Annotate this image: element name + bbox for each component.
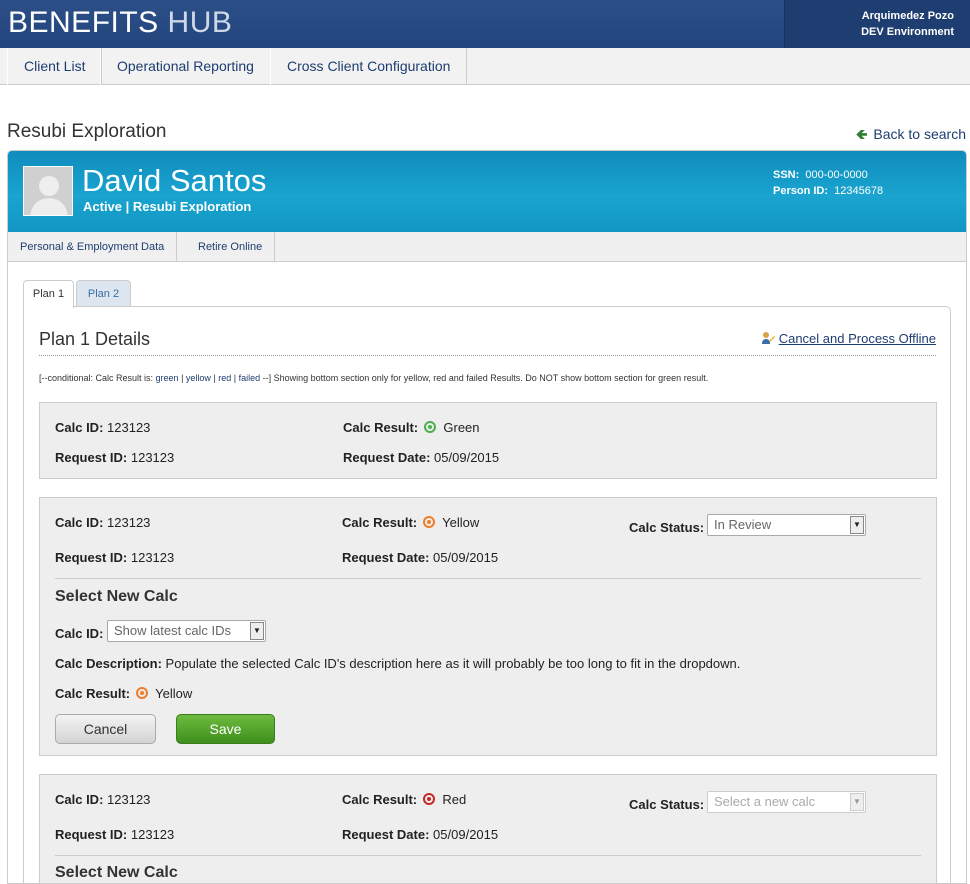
calc-result-field: Calc Result: Yellow [342, 515, 480, 530]
section-divider [55, 855, 921, 856]
save-button[interactable]: Save [176, 714, 275, 744]
request-date-field: Request Date: 05/09/2015 [342, 827, 499, 842]
calc-description-field: Calc Description: Populate the selected … [55, 656, 741, 671]
main-nav: Client List Operational Reporting Cross … [0, 48, 970, 85]
request-id-field: Request ID: 123123 [55, 827, 175, 842]
calc-status-select[interactable]: Select a new calc ▼ [707, 791, 866, 813]
select-new-calc-heading: Select New Calc [55, 588, 178, 605]
calc-id-field: Calc ID: 123123 [55, 420, 151, 435]
tab-plan-2[interactable]: Plan 2 [76, 280, 131, 307]
cancel-button[interactable]: Cancel [55, 714, 156, 744]
avatar [23, 166, 73, 216]
calc-box-red: Calc ID: 123123 Request ID: 123123 Calc … [39, 774, 937, 883]
calc-status-select[interactable]: In Review ▼ [707, 514, 866, 536]
conditional-note: [--conditional: Calc Result is: green | … [39, 373, 709, 383]
calc-status-label: Calc Status: [629, 797, 705, 812]
section-divider [55, 578, 921, 579]
request-date-field: Request Date: 05/09/2015 [342, 550, 499, 565]
back-arrow-icon: 🡸 [856, 126, 868, 142]
chevron-down-icon: ▼ [850, 516, 864, 534]
ssn-value: 000-00-0000 [805, 169, 868, 181]
chevron-down-icon: ▼ [850, 793, 864, 811]
page-title: Resubi Exploration [7, 121, 167, 142]
calc-status-label: Calc Status: [629, 520, 705, 535]
tab-plan-1[interactable]: Plan 1 [23, 280, 74, 308]
back-to-search-link[interactable]: 🡸 Back to search [856, 124, 966, 148]
person-card: David Santos Active | Resubi Exploration… [7, 150, 967, 884]
nav-client-list[interactable]: Client List [7, 48, 103, 85]
cancel-process-offline-link[interactable]: Cancel and Process Offline [761, 331, 936, 346]
top-bar: BENEFITS HUB Arquimedez Pozo DEV Environ… [0, 0, 970, 48]
panel-title-divider [39, 355, 936, 356]
panel-title: Plan 1 Details [39, 329, 151, 349]
new-calc-id-select[interactable]: Show latest calc IDs ▼ [107, 620, 266, 642]
subnav-personal-employment[interactable]: Personal & Employment Data [8, 232, 178, 262]
nav-operational-reporting[interactable]: Operational Reporting [100, 48, 271, 85]
calc-id-field: Calc ID: 123123 [55, 792, 151, 807]
person-header: David Santos Active | Resubi Exploration… [8, 151, 966, 232]
edit-person-icon [761, 331, 775, 345]
request-date-field: Request Date: 05/09/2015 [343, 450, 500, 465]
nav-cross-client-configuration[interactable]: Cross Client Configuration [270, 48, 468, 85]
new-calc-result-field: Calc Result: Yellow [55, 686, 193, 701]
status-yellow-icon [422, 516, 435, 528]
select-new-calc-heading: Select New Calc [55, 864, 178, 881]
person-subnav: Personal & Employment Data Retire Online [8, 232, 966, 262]
user-info[interactable]: Arquimedez Pozo DEV Environment [784, 0, 970, 48]
subnav-retire-online[interactable]: Retire Online [186, 232, 276, 262]
chevron-down-icon: ▼ [250, 622, 264, 640]
calc-result-field: Calc Result: Green [343, 420, 480, 435]
person-id-value: 12345678 [834, 185, 884, 197]
status-green-icon [423, 421, 436, 433]
person-ids: SSN: 000-00-0000 Person ID: 12345678 [773, 169, 884, 197]
person-status: Active | Resubi Exploration [83, 199, 252, 214]
calc-box-yellow: Calc ID: 123123 Request ID: 123123 Calc … [39, 497, 937, 756]
user-name: Arquimedez Pozo [861, 10, 954, 22]
calc-id-field: Calc ID: 123123 [55, 515, 151, 530]
request-id-field: Request ID: 123123 [55, 450, 175, 465]
plan-details-panel: Plan 1 Details Cancel and Process Offlin… [23, 306, 951, 883]
app-logo[interactable]: BENEFITS HUB [8, 6, 232, 40]
new-calc-id-label: Calc ID: [55, 626, 104, 641]
request-id-field: Request ID: 123123 [55, 550, 175, 565]
status-red-icon [422, 793, 435, 805]
calc-result-field: Calc Result: Red [342, 792, 467, 807]
status-yellow-icon [135, 687, 148, 699]
calc-box-green: Calc ID: 123123 Request ID: 123123 Calc … [39, 402, 937, 479]
environment-label: DEV Environment [861, 26, 954, 38]
person-name: David Santos [82, 163, 267, 198]
